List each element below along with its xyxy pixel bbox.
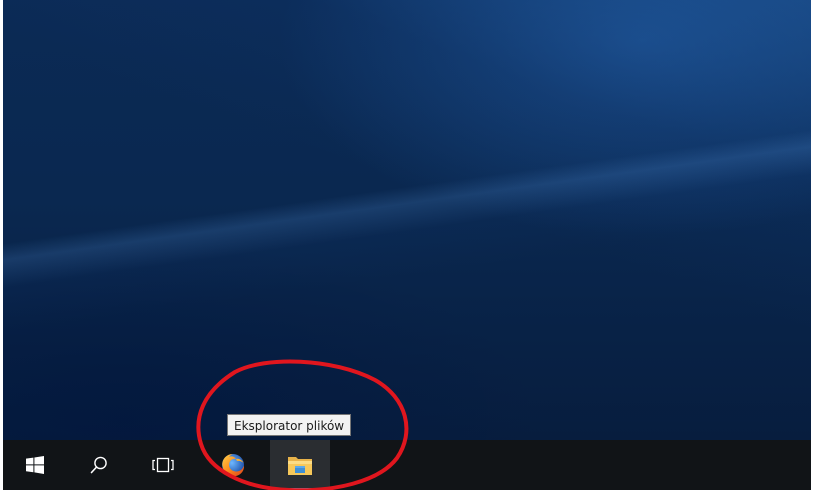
firefox-button[interactable] xyxy=(209,440,257,490)
screenshot-frame: Eksplorator plików xyxy=(3,0,811,490)
task-view-icon xyxy=(152,457,174,473)
desktop-wallpaper xyxy=(3,0,811,440)
windows-logo-icon xyxy=(26,456,44,474)
file-explorer-tooltip: Eksplorator plików xyxy=(227,414,352,436)
firefox-icon xyxy=(222,454,245,477)
wallpaper-light-band xyxy=(3,0,811,440)
taskbar xyxy=(3,440,811,490)
search-button[interactable] xyxy=(75,440,123,490)
task-view-button[interactable] xyxy=(139,440,187,490)
search-icon xyxy=(90,456,107,474)
start-button[interactable] xyxy=(11,440,59,490)
file-explorer-button[interactable] xyxy=(270,440,330,490)
folder-icon xyxy=(288,457,312,475)
